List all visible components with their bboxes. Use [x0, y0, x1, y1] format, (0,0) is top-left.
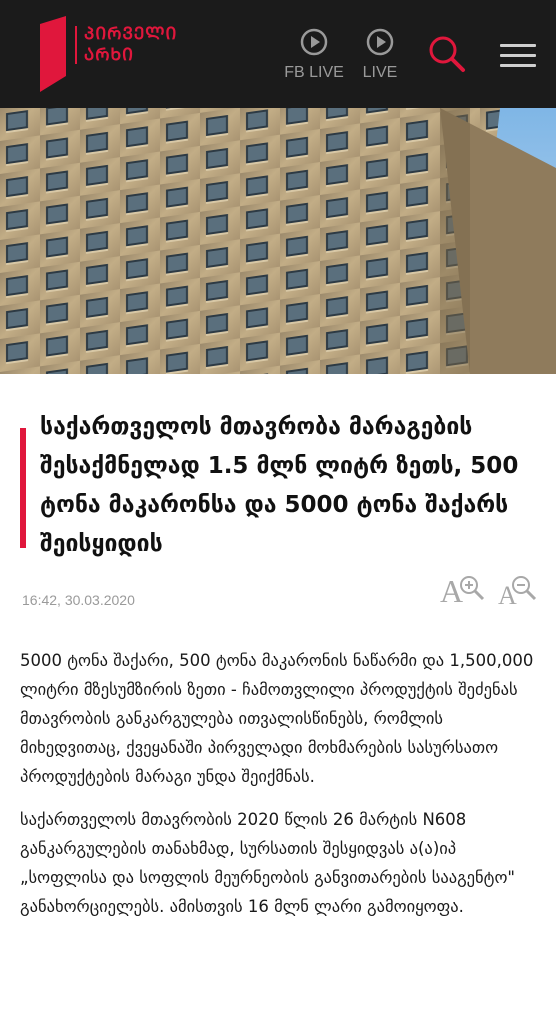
- play-icon: [300, 28, 328, 56]
- logo-icon[interactable]: [38, 16, 68, 92]
- font-increase-icon: A: [440, 573, 485, 609]
- fb-live-button[interactable]: FB LIVE: [279, 28, 349, 88]
- article-title: საქართველოს მთავრობა მარაგების შესაქმნელ…: [40, 414, 519, 557]
- article-body: 5000 ტონა შაქარი, 500 ტონა მაკარონის ნაწ…: [20, 646, 538, 935]
- top-header: ᲞᲘᲠᲕᲔᲚᲘ ᲐᲠᲮᲘ FB LIVE LIVE: [0, 0, 556, 108]
- article-date: 16:42, 30.03.2020: [22, 592, 135, 608]
- logo-wordmark[interactable]: ᲞᲘᲠᲕᲔᲚᲘ ᲐᲠᲮᲘ: [84, 24, 177, 66]
- decrease-font-button[interactable]: A: [496, 572, 538, 612]
- live-button[interactable]: LIVE: [345, 28, 415, 88]
- title-accent-bar: [20, 428, 26, 548]
- article-paragraph: საქართველოს მთავრობის 2020 წლის 26 მარტი…: [20, 810, 516, 916]
- increase-font-button[interactable]: A: [440, 572, 488, 612]
- building-facade-image: [0, 108, 556, 374]
- article-hero-image: [0, 108, 556, 374]
- fb-live-label: FB LIVE: [284, 64, 344, 81]
- logo-line-2: ᲐᲠᲮᲘ: [84, 45, 134, 65]
- logo-line-1: ᲞᲘᲠᲕᲔᲚᲘ: [84, 24, 178, 44]
- search-icon[interactable]: [426, 34, 468, 74]
- logo-divider: [75, 26, 77, 64]
- hamburger-menu-icon[interactable]: [500, 44, 536, 68]
- svg-text:A: A: [498, 581, 517, 608]
- article-paragraph: 5000 ტონა შაქარი, 500 ტონა მაკარონის ნაწ…: [20, 651, 534, 786]
- font-decrease-icon: A: [498, 576, 537, 610]
- play-icon: [366, 28, 394, 56]
- svg-text:A: A: [440, 573, 463, 608]
- live-label: LIVE: [362, 64, 398, 81]
